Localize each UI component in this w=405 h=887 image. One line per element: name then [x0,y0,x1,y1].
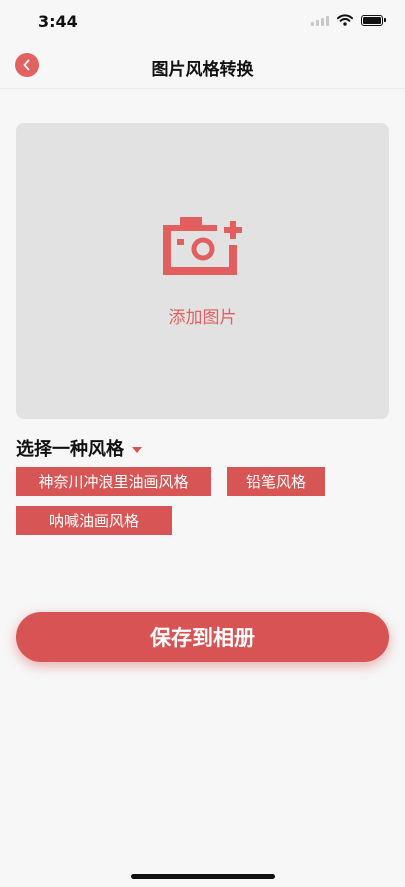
status-time: 3:44 [38,12,78,31]
style-selector-toggle[interactable]: 选择一种风格 [16,435,142,461]
wifi-icon [337,14,353,26]
camera-add-icon [162,217,242,275]
style-option-scream[interactable]: 呐喊油画风格 [16,506,172,535]
style-option-pencil[interactable]: 铅笔风格 [227,467,325,496]
signal-icon [311,14,329,26]
battery-icon [361,14,386,26]
style-option-kanagawa[interactable]: 神奈川冲浪里油画风格 [16,467,211,496]
caret-down-icon [132,446,142,453]
status-bar: 3:44 [0,0,405,44]
page-title: 图片风格转换 [151,60,254,80]
add-image-area[interactable]: 添加图片 [16,123,389,419]
add-image-label: 添加图片 [168,308,237,328]
save-to-album-button[interactable]: 保存到相册 [16,612,389,662]
navigation-bar: 图片风格转换 [0,44,405,89]
status-icons [311,14,386,26]
style-heading: 选择一种风格 [16,439,124,460]
home-indicator [131,874,275,879]
